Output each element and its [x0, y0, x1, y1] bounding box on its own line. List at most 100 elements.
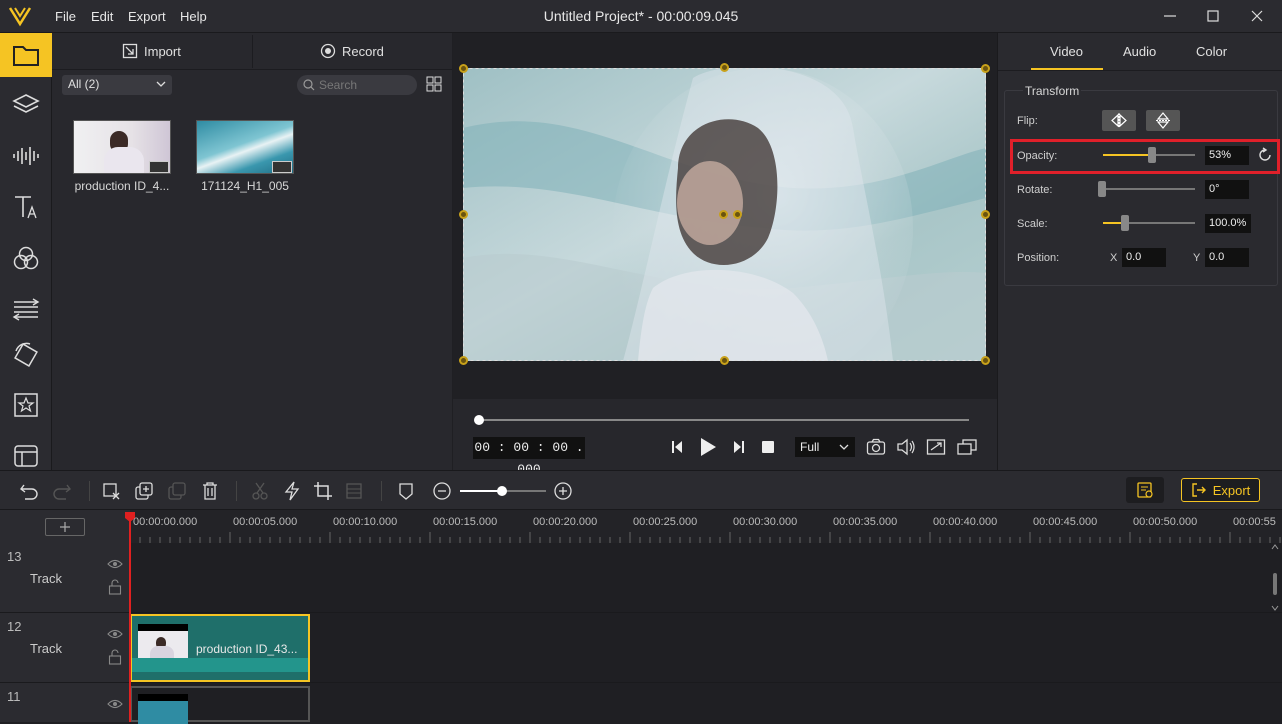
- opacity-slider-handle[interactable]: [1147, 147, 1156, 163]
- export-button[interactable]: Export: [1181, 478, 1260, 502]
- media-item[interactable]: production ID_4...: [73, 120, 177, 193]
- layers-icon[interactable]: [0, 83, 52, 127]
- settings-gear-icon: [1137, 482, 1153, 498]
- resize-handle[interactable]: [981, 356, 990, 365]
- ruler-time-label: 00:00:30.000: [733, 516, 798, 528]
- scale-label: Scale:: [1017, 218, 1048, 230]
- timeline-zoom-handle[interactable]: [497, 486, 507, 496]
- record-button[interactable]: Record: [320, 43, 384, 59]
- rotate-slider[interactable]: [1103, 188, 1195, 190]
- zoom-out-icon[interactable]: [432, 481, 452, 501]
- redo-icon[interactable]: [52, 481, 72, 501]
- menu-file[interactable]: File: [55, 9, 76, 24]
- resize-handle[interactable]: [720, 63, 729, 72]
- lock-icon[interactable]: [108, 649, 122, 665]
- menu-export[interactable]: Export: [128, 9, 166, 24]
- track-number: 13: [7, 549, 22, 564]
- resize-handle[interactable]: [720, 356, 729, 365]
- position-y-label: Y: [1193, 252, 1201, 264]
- crop-icon[interactable]: [313, 481, 333, 501]
- lock-icon[interactable]: [108, 579, 122, 595]
- resize-handle[interactable]: [981, 64, 990, 73]
- next-frame-icon[interactable]: [730, 439, 746, 455]
- flip-vertical-button[interactable]: [1146, 110, 1180, 131]
- resize-handle[interactable]: [459, 356, 468, 365]
- elements-star-icon[interactable]: [0, 383, 52, 427]
- copy-icon[interactable]: [167, 481, 187, 501]
- scale-slider[interactable]: [1103, 222, 1195, 224]
- volume-icon[interactable]: [896, 438, 916, 456]
- speed-bolt-icon[interactable]: [282, 481, 302, 501]
- resize-handle[interactable]: [459, 64, 468, 73]
- playback-scrubber[interactable]: [474, 415, 484, 425]
- scroll-up-arrow[interactable]: [1271, 543, 1279, 551]
- flip-horizontal-icon: [1111, 113, 1127, 128]
- transitions-icon[interactable]: [0, 287, 52, 331]
- visibility-eye-icon[interactable]: [107, 698, 123, 710]
- motion-icon[interactable]: [0, 333, 52, 377]
- zoom-in-icon[interactable]: [553, 481, 573, 501]
- tab-video[interactable]: Video: [1050, 44, 1083, 59]
- ruler-time-label: 00:00:05.000: [233, 516, 298, 528]
- previous-frame-icon[interactable]: [670, 439, 686, 455]
- menu-edit[interactable]: Edit: [91, 9, 113, 24]
- import-button[interactable]: Import: [122, 43, 181, 59]
- chevron-down-icon: [156, 81, 166, 87]
- reset-icon[interactable]: [1257, 147, 1273, 163]
- duplicate-icon[interactable]: [134, 481, 154, 501]
- media-item-label: production ID_4...: [74, 179, 170, 193]
- media-thumbnail: [196, 120, 294, 174]
- media-item[interactable]: 171124_H1_005: [196, 120, 300, 193]
- audio-waveform-icon[interactable]: [0, 134, 52, 178]
- pop-out-window-icon[interactable]: [956, 438, 978, 456]
- scroll-down-arrow[interactable]: [1271, 604, 1279, 612]
- marker-icon[interactable]: [396, 481, 416, 501]
- undo-icon[interactable]: [19, 481, 39, 501]
- position-x-value[interactable]: 0.0: [1122, 248, 1166, 267]
- media-folder-icon[interactable]: [0, 33, 52, 77]
- opacity-value[interactable]: 53%: [1205, 146, 1249, 165]
- mosaic-icon[interactable]: [345, 481, 365, 501]
- filters-icon[interactable]: [0, 236, 52, 280]
- position-y-value[interactable]: 0.0: [1205, 248, 1249, 267]
- rotate-value[interactable]: 0°: [1205, 180, 1249, 199]
- vertical-scrollbar[interactable]: [1273, 573, 1277, 595]
- media-panel: Import Record All (2) Search production …: [52, 33, 452, 470]
- snapshot-camera-icon[interactable]: [866, 438, 886, 456]
- visibility-eye-icon[interactable]: [107, 558, 123, 570]
- minimize-button[interactable]: [1160, 6, 1180, 26]
- cut-icon[interactable]: [250, 481, 270, 501]
- stop-icon[interactable]: [760, 439, 776, 455]
- visibility-eye-icon[interactable]: [107, 628, 123, 640]
- playhead[interactable]: [129, 512, 131, 722]
- playback-progress[interactable]: [479, 419, 969, 421]
- resize-handle[interactable]: [981, 210, 990, 219]
- rotate-slider-handle[interactable]: [1098, 181, 1106, 197]
- anchor-point[interactable]: [719, 210, 728, 219]
- zoom-dropdown[interactable]: Full: [795, 437, 855, 457]
- scale-slider-handle[interactable]: [1121, 215, 1129, 231]
- scale-value[interactable]: 100.0%: [1205, 214, 1251, 233]
- export-icon: [1192, 483, 1206, 497]
- tab-color[interactable]: Color: [1196, 44, 1227, 59]
- filter-dropdown[interactable]: All (2): [62, 75, 172, 95]
- menu-help[interactable]: Help: [180, 9, 207, 24]
- fullscreen-icon[interactable]: [926, 438, 946, 456]
- tab-audio[interactable]: Audio: [1123, 44, 1156, 59]
- timeline-clip[interactable]: production ID_43...: [130, 614, 310, 682]
- search-input[interactable]: Search: [297, 75, 417, 95]
- track-name: Track: [30, 571, 63, 586]
- grid-view-icon[interactable]: [426, 76, 442, 92]
- resize-handle[interactable]: [459, 210, 468, 219]
- trash-icon[interactable]: [200, 481, 220, 501]
- rotate-handle[interactable]: [733, 210, 742, 219]
- timeline-clip[interactable]: [130, 686, 310, 724]
- text-icon[interactable]: [0, 185, 52, 229]
- delete-clip-icon[interactable]: [101, 481, 121, 501]
- rotate-label: Rotate:: [1017, 184, 1053, 196]
- flip-horizontal-button[interactable]: [1102, 110, 1136, 131]
- play-icon[interactable]: [698, 436, 718, 458]
- settings-button[interactable]: [1126, 477, 1164, 503]
- close-button[interactable]: [1247, 6, 1267, 26]
- maximize-button[interactable]: [1203, 6, 1223, 26]
